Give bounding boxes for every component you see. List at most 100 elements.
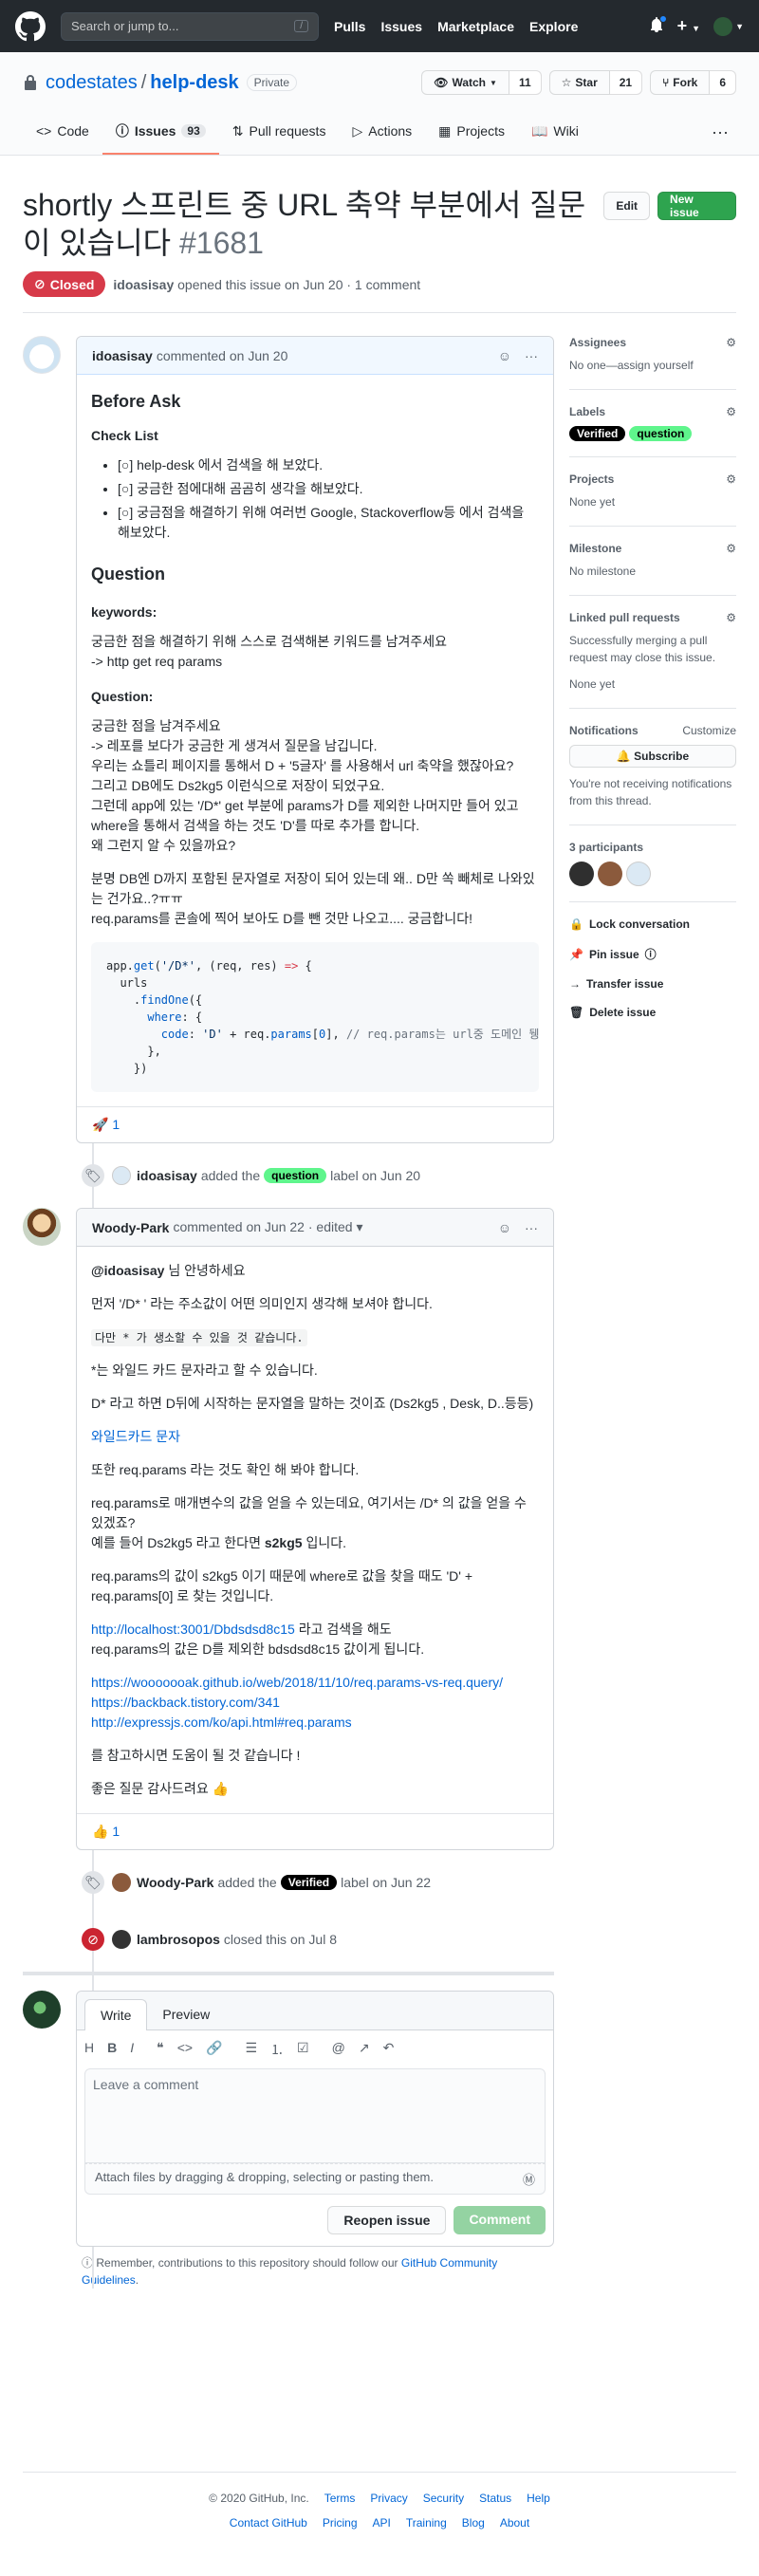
label-verified[interactable]: Verified	[280, 1875, 338, 1890]
unordered-list-icon[interactable]: ☰	[245, 2040, 257, 2059]
code-icon[interactable]: <>	[177, 2040, 193, 2059]
reply-icon[interactable]: ↶	[383, 2040, 395, 2059]
avatar[interactable]	[23, 336, 61, 374]
participant-avatar[interactable]	[626, 862, 651, 886]
user-avatar-menu[interactable]: ▼	[713, 16, 744, 36]
tab-wiki[interactable]: 📖 Wiki	[518, 109, 592, 155]
reference-link[interactable]: https://wooooooak.github.io/web/2018/11/…	[91, 1675, 503, 1690]
footer-link-training[interactable]: Training	[406, 2516, 447, 2530]
transfer-issue-button[interactable]: → Transfer issue	[569, 977, 736, 991]
footer-link-security[interactable]: Security	[423, 2492, 464, 2505]
event-actor-link[interactable]: idoasisay	[137, 1168, 197, 1183]
reference-link[interactable]: https://backback.tistory.com/341	[91, 1695, 280, 1710]
assign-yourself-link[interactable]: No one—assign yourself	[569, 357, 736, 374]
tab-write[interactable]: Write	[84, 1999, 148, 2030]
watch-button[interactable]: 👁 Watch ▼	[421, 70, 509, 95]
avatar[interactable]	[23, 1208, 61, 1246]
subscribe-button[interactable]: 🔔 Subscribe	[569, 745, 736, 768]
gear-icon[interactable]: ⚙	[726, 542, 736, 555]
comment-author-link[interactable]: idoasisay	[92, 348, 153, 363]
footer-link-contact[interactable]: Contact GitHub	[230, 2516, 307, 2530]
localhost-link[interactable]: http://localhost:3001/Dbdsdsd8c15	[91, 1622, 295, 1637]
kebab-menu-icon[interactable]: ···	[525, 348, 538, 363]
new-issue-button[interactable]: New issue	[657, 192, 736, 220]
tab-actions[interactable]: ▷ Actions	[339, 109, 425, 155]
tab-projects[interactable]: ▦ Projects	[425, 109, 518, 155]
gear-icon[interactable]: ⚙	[726, 611, 736, 624]
nav-issues[interactable]: Issues	[380, 19, 422, 34]
comment-timestamp[interactable]: commented on Jun 20	[157, 348, 288, 363]
gear-icon[interactable]: ⚙	[726, 336, 736, 349]
watch-count[interactable]: 11	[509, 70, 542, 95]
nav-marketplace[interactable]: Marketplace	[437, 19, 514, 34]
event-actor-link[interactable]: Woody-Park	[137, 1875, 213, 1890]
search-input[interactable]: Search or jump to... /	[61, 11, 319, 41]
avatar[interactable]	[23, 1991, 61, 2029]
gear-icon[interactable]: ⚙	[726, 405, 736, 418]
reopen-issue-button[interactable]: Reopen issue	[327, 2206, 447, 2234]
footer-link-status[interactable]: Status	[479, 2492, 511, 2505]
pin-issue-button[interactable]: 📌 Pin issue ⓘ	[569, 946, 736, 962]
edit-title-button[interactable]: Edit	[603, 192, 651, 220]
github-logo-icon[interactable]	[15, 10, 46, 42]
footer-link-privacy[interactable]: Privacy	[370, 2492, 407, 2505]
more-tabs-button[interactable]: ···	[704, 109, 736, 155]
smiley-reaction-icon[interactable]: ☺	[498, 1220, 511, 1235]
event-actor-link[interactable]: lambrosopos	[137, 1932, 220, 1947]
heading-icon[interactable]: H	[84, 2040, 94, 2059]
footer-link-help[interactable]: Help	[527, 2492, 550, 2505]
create-new-plus-icon[interactable]: + ▼	[677, 16, 700, 36]
nav-pulls[interactable]: Pulls	[334, 19, 365, 34]
mention-icon[interactable]: @	[332, 2040, 345, 2059]
label-question[interactable]: question	[264, 1168, 327, 1183]
smiley-reaction-icon[interactable]: ☺	[498, 348, 511, 363]
comment-button[interactable]: Comment	[454, 2206, 546, 2234]
italic-icon[interactable]: I	[130, 2040, 134, 2059]
kebab-menu-icon[interactable]: ···	[525, 1220, 538, 1235]
reference-link[interactable]: http://expressjs.com/ko/api.html#req.par…	[91, 1714, 352, 1730]
comment-textarea[interactable]: Leave a comment	[84, 2068, 546, 2163]
footer-link-pricing[interactable]: Pricing	[323, 2516, 358, 2530]
avatar[interactable]	[112, 1873, 131, 1892]
task-list-icon[interactable]: ☑	[297, 2040, 309, 2059]
participant-avatar[interactable]	[598, 862, 622, 886]
link-icon[interactable]: 🔗	[206, 2040, 222, 2059]
fork-count[interactable]: 6	[710, 70, 736, 95]
mention-link[interactable]: @idoasisay	[91, 1263, 164, 1278]
wildcard-link[interactable]: 와일드카드 문자	[91, 1429, 180, 1444]
label-verified[interactable]: Verified	[569, 426, 626, 441]
notifications-bell-icon[interactable]	[649, 15, 667, 35]
footer-link-about[interactable]: About	[500, 2516, 529, 2530]
star-count[interactable]: 21	[609, 70, 643, 95]
repo-name-link[interactable]: help-desk	[150, 72, 238, 94]
ordered-list-icon[interactable]: ⒈	[270, 2040, 284, 2059]
tab-preview[interactable]: Preview	[147, 1999, 225, 2029]
nav-explore[interactable]: Explore	[529, 19, 578, 34]
quote-icon[interactable]: ❝	[157, 2040, 164, 2059]
star-button[interactable]: ☆ Star	[548, 70, 610, 95]
fork-button[interactable]: ⑂ Fork	[650, 70, 711, 95]
issue-author-link[interactable]: idoasisay	[113, 277, 174, 292]
gear-icon[interactable]: ⚙	[726, 473, 736, 486]
label-question[interactable]: question	[629, 426, 693, 441]
comment-author-link[interactable]: Woody-Park	[92, 1220, 169, 1235]
avatar[interactable]	[112, 1930, 131, 1949]
repo-owner-link[interactable]: codestates	[46, 72, 138, 94]
footer-link-terms[interactable]: Terms	[324, 2492, 356, 2505]
thumbs-up-reaction[interactable]: 👍 1	[92, 1824, 120, 1840]
tab-issues[interactable]: ⓘ Issues 93	[102, 109, 219, 155]
avatar[interactable]	[112, 1166, 131, 1185]
participant-avatar[interactable]	[569, 862, 594, 886]
tab-code[interactable]: <> Code	[23, 109, 102, 155]
delete-issue-button[interactable]: 🗑 Delete issue	[569, 1006, 736, 1019]
attach-files-bar[interactable]: Attach files by dragging & dropping, sel…	[84, 2163, 546, 2195]
footer-link-blog[interactable]: Blog	[462, 2516, 485, 2530]
comment-timestamp[interactable]: commented on Jun 22 · edited ▾	[173, 1219, 362, 1235]
cross-reference-icon[interactable]: ↗	[359, 2040, 370, 2059]
bold-icon[interactable]: B	[107, 2040, 117, 2059]
rocket-reaction[interactable]: 🚀 1	[92, 1117, 120, 1133]
customize-link[interactable]: Customize	[682, 724, 736, 737]
tab-pull-requests[interactable]: ⇅ Pull requests	[219, 109, 340, 155]
footer-link-api[interactable]: API	[373, 2516, 391, 2530]
lock-conversation-button[interactable]: 🔒 Lock conversation	[569, 917, 736, 931]
